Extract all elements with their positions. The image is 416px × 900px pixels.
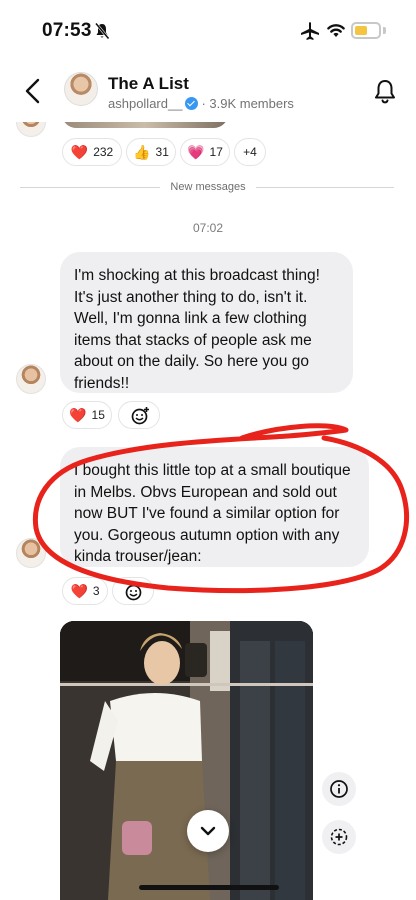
- battery-level: [355, 26, 367, 35]
- bell-icon[interactable]: [372, 78, 398, 106]
- divider-line-left: [20, 187, 160, 188]
- status-time: 07:53: [42, 20, 92, 41]
- message-timestamp: 07:02: [192, 221, 224, 235]
- reaction-count: 17: [209, 145, 223, 159]
- chevron-down-icon: [200, 826, 216, 836]
- battery-icon: [351, 22, 381, 39]
- status-bar: 07:53: [0, 0, 416, 62]
- reaction-more-count: +4: [243, 145, 257, 159]
- reaction-count: 31: [155, 145, 169, 159]
- reaction-more[interactable]: +4: [234, 138, 266, 166]
- message-bubble[interactable]: I bought this little top at a small bout…: [60, 447, 369, 567]
- airplane-mode-icon: [301, 22, 319, 40]
- heart-emoji-icon: ❤️: [70, 144, 89, 160]
- photo-message[interactable]: [60, 621, 313, 900]
- add-reaction-button[interactable]: [112, 577, 154, 605]
- reaction-heart-pink[interactable]: 💗 17: [180, 138, 230, 166]
- reaction-heart[interactable]: ❤️ 15: [62, 401, 112, 429]
- back-arrow-icon[interactable]: [20, 76, 48, 106]
- channel-title[interactable]: The A List: [108, 74, 189, 94]
- bell-muted-icon: [95, 22, 110, 40]
- sender-avatar[interactable]: [16, 364, 46, 394]
- react-button[interactable]: [322, 820, 356, 854]
- scroll-to-bottom-button[interactable]: [187, 810, 229, 852]
- sender-avatar[interactable]: [16, 538, 46, 568]
- reaction-heart[interactable]: ❤️ 232: [62, 138, 122, 166]
- heart-emoji-icon: ❤️: [69, 407, 87, 423]
- channel-subtitle[interactable]: ashpollard__ · 3.9K members: [108, 96, 294, 111]
- add-reaction-icon: [131, 407, 149, 425]
- heart-emoji-icon: ❤️: [70, 583, 88, 599]
- new-messages-divider: New messages: [170, 181, 246, 193]
- battery-nub: [383, 27, 386, 34]
- add-reaction-icon: [330, 828, 348, 846]
- reaction-thumbs-up[interactable]: 👍 31: [126, 138, 176, 166]
- reaction-count: 3: [92, 584, 100, 598]
- message-bubble[interactable]: I'm shocking at this broadcast thing! It…: [60, 252, 353, 393]
- info-button[interactable]: [322, 772, 356, 806]
- thumbs-up-emoji-icon: 👍: [133, 144, 151, 160]
- channel-header: The A List ashpollard__ · 3.9K members: [0, 62, 416, 122]
- channel-avatar[interactable]: [64, 72, 98, 106]
- reaction-heart[interactable]: ❤️ 3: [62, 577, 108, 605]
- verified-badge-icon: [185, 97, 199, 110]
- owner-username: ashpollard__: [108, 96, 183, 111]
- info-icon: [330, 780, 348, 798]
- mirror-selfie-image: [60, 621, 313, 900]
- wifi-icon: [327, 24, 345, 37]
- reaction-count: 232: [93, 145, 114, 159]
- reaction-count: 15: [91, 408, 105, 422]
- pink-heart-emoji-icon: 💗: [187, 144, 205, 160]
- home-indicator[interactable]: [139, 885, 279, 890]
- add-reaction-button[interactable]: [118, 401, 160, 429]
- divider-line-right: [256, 187, 394, 188]
- member-count: · 3.9K members: [201, 96, 294, 111]
- add-reaction-icon: [125, 584, 142, 601]
